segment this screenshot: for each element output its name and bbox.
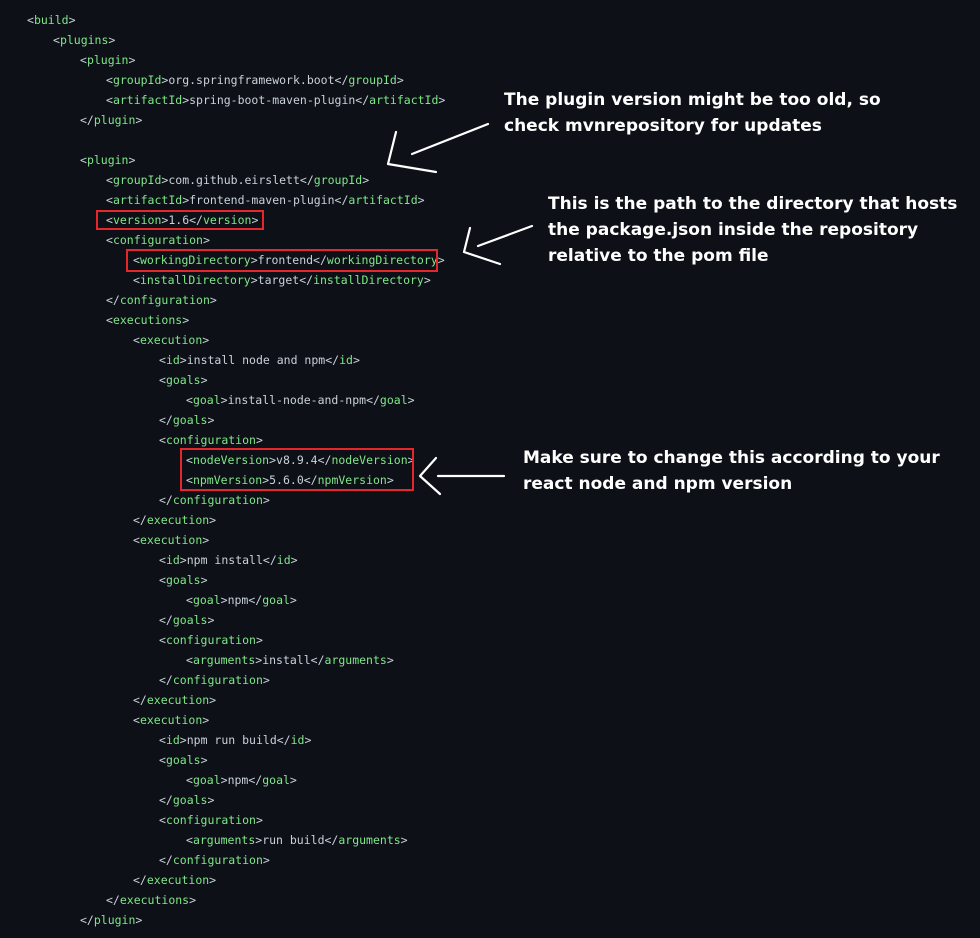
node-npm-arrow	[418, 456, 506, 496]
version-note: The plugin version might be too old, so …	[504, 90, 881, 136]
directory-note: This is the path to the directory that h…	[548, 194, 958, 266]
version-arrow	[386, 122, 490, 174]
node-npm-note: Make sure to change this according to yo…	[523, 448, 940, 494]
directory-arrow	[462, 224, 534, 266]
